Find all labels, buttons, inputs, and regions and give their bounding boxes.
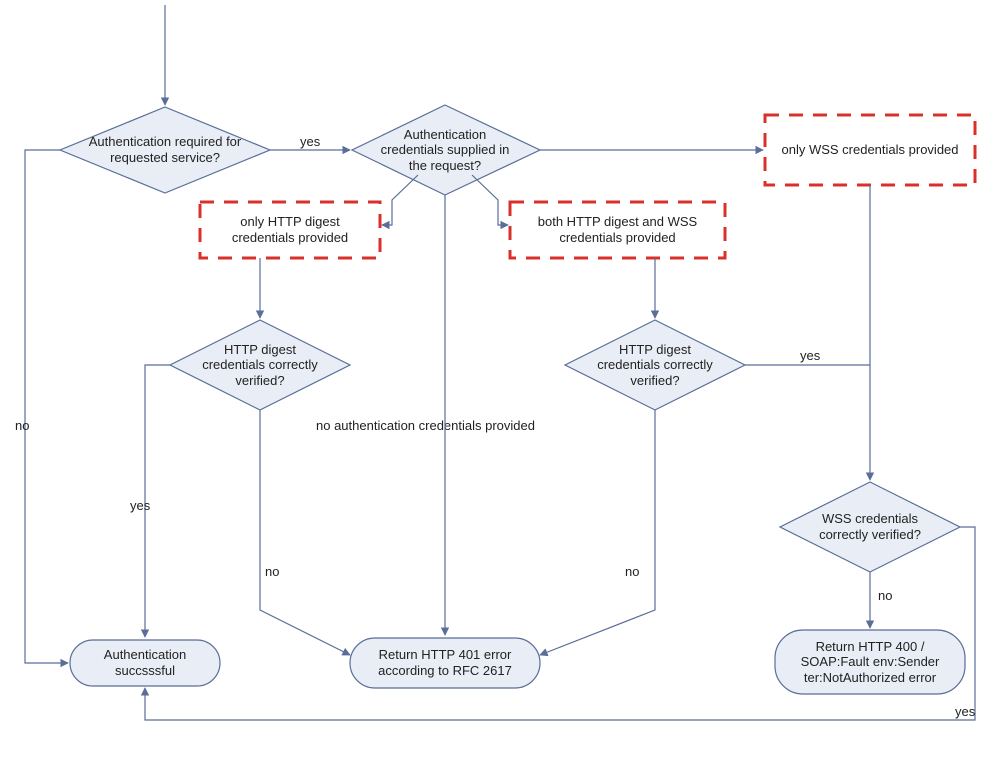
edge-auth-required-no: [25, 150, 68, 663]
edge-http-right-no: [540, 410, 655, 655]
label-no-creds: no authentication credentials provided: [316, 418, 535, 433]
decision-creds-supplied: Authentication credentials supplied in t…: [352, 105, 540, 195]
terminator-auth-success: Authentication succsssful: [70, 640, 220, 686]
decision-http-verified-right: HTTP digest credentials correctly verifi…: [565, 320, 745, 410]
decision-wss-verified-label: WSS credentials correctly verified?: [800, 498, 940, 556]
terminator-http-401-label: Return HTTP 401 error according to RFC 2…: [354, 640, 536, 686]
label-http-left-yes: yes: [130, 498, 151, 513]
terminator-http-400: Return HTTP 400 / SOAP:Fault env:Sender …: [775, 630, 965, 694]
decision-wss-verified: WSS credentials correctly verified?: [780, 482, 960, 572]
decision-auth-required: Authentication required for requested se…: [60, 107, 270, 193]
label-http-left-no: no: [265, 564, 279, 579]
terminator-http-400-label: Return HTTP 400 / SOAP:Fault env:Sender …: [779, 632, 961, 692]
decision-http-verified-right-label: HTTP digest credentials correctly verifi…: [585, 335, 725, 395]
label-wss-no: no: [878, 588, 892, 603]
label-auth-required-no: no: [15, 418, 29, 433]
label-wss-yes: yes: [955, 704, 976, 719]
label-auth-required-yes: yes: [300, 134, 321, 149]
decision-auth-required-label: Authentication required for requested se…: [80, 118, 250, 182]
flowchart-canvas: Authentication required for requested se…: [0, 0, 1000, 766]
edge-creds-to-both: [472, 175, 508, 225]
terminator-auth-success-label: Authentication succsssful: [72, 642, 218, 684]
decision-http-verified-left: HTTP digest credentials correctly verifi…: [170, 320, 350, 410]
dashed-only-wss: only WSS credentials provided: [765, 115, 975, 185]
dashed-both-label: both HTTP digest and WSS credentials pro…: [515, 205, 720, 255]
dashed-only-wss-label: only WSS credentials provided: [770, 120, 970, 180]
label-http-right-yes: yes: [800, 348, 821, 363]
label-http-right-no: no: [625, 564, 639, 579]
dashed-only-http: only HTTP digest credentials provided: [200, 202, 380, 258]
dashed-only-http-label: only HTTP digest credentials provided: [205, 205, 375, 255]
decision-http-verified-left-label: HTTP digest credentials correctly verifi…: [190, 335, 330, 395]
edge-creds-to-only-http: [382, 175, 418, 225]
dashed-both: both HTTP digest and WSS credentials pro…: [510, 202, 725, 258]
flowchart-svg: Authentication required for requested se…: [0, 0, 1000, 766]
terminator-http-401: Return HTTP 401 error according to RFC 2…: [350, 638, 540, 688]
decision-creds-supplied-label: Authentication credentials supplied in t…: [370, 118, 520, 182]
edge-http-left-no: [260, 410, 350, 655]
